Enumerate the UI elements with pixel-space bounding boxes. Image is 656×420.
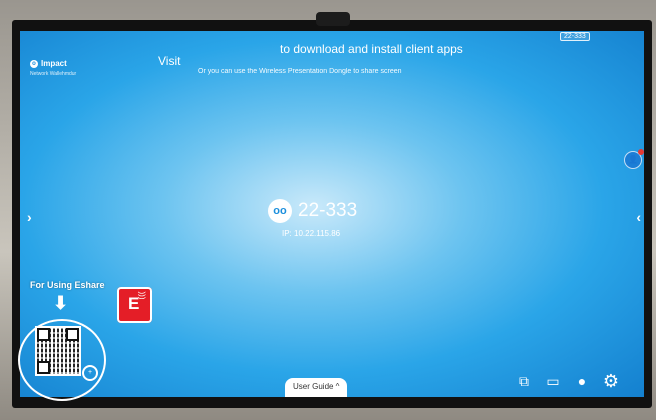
share-screen-icon[interactable]: ⧉ [515, 372, 533, 390]
right-arrow-button[interactable]: ‹ [636, 209, 641, 225]
gear-icon[interactable]: ⚙ [602, 372, 620, 390]
brand-logo-icon: o [30, 59, 38, 68]
left-arrow-button[interactable]: › [27, 209, 32, 225]
qr-finder-top-left [37, 328, 50, 341]
down-arrow-icon: ⬇ [53, 293, 69, 313]
eshare-caption: For Using Eshare [30, 280, 105, 290]
room-badge: 22-333 [560, 32, 590, 41]
room-info: oo 22-333 IP: 10.22.115.86 [268, 199, 357, 238]
qr-finder-bottom-left [37, 361, 50, 374]
brand-name: Impact [41, 59, 67, 68]
wifi-icon: ))) [137, 291, 147, 300]
display-screen: o Impact Network Wallehmdur Visit to dow… [20, 31, 644, 397]
user-icon[interactable]: ● [573, 372, 591, 390]
notification-badge [638, 149, 644, 155]
user-notification-button[interactable]: 👤 [624, 149, 644, 169]
bottom-toolbar: ⧉ ▭ ● ⚙ [515, 372, 620, 390]
center-logo-icon: oo [268, 199, 292, 223]
download-text: to download and install client apps [280, 42, 463, 56]
dongle-note: Or you can use the Wireless Presentation… [198, 68, 402, 75]
brand-subtitle: Network Wallehmdur [30, 71, 77, 77]
visit-text: Visit [158, 54, 181, 68]
camera [316, 12, 350, 26]
device-icon[interactable]: ▭ [544, 372, 562, 390]
brand: o Impact Network Wallehmdur [30, 59, 76, 77]
room-name: 22-333 [298, 200, 358, 221]
zoom-icon[interactable]: + [82, 365, 98, 381]
user-guide-button[interactable]: User Guide ^ [285, 378, 348, 397]
ip-address: IP: 10.22.115.86 [282, 229, 341, 238]
qr-finder-top-right [66, 328, 79, 341]
user-icon: 👤 [628, 155, 638, 164]
eshare-logo: E ))) [117, 287, 152, 323]
